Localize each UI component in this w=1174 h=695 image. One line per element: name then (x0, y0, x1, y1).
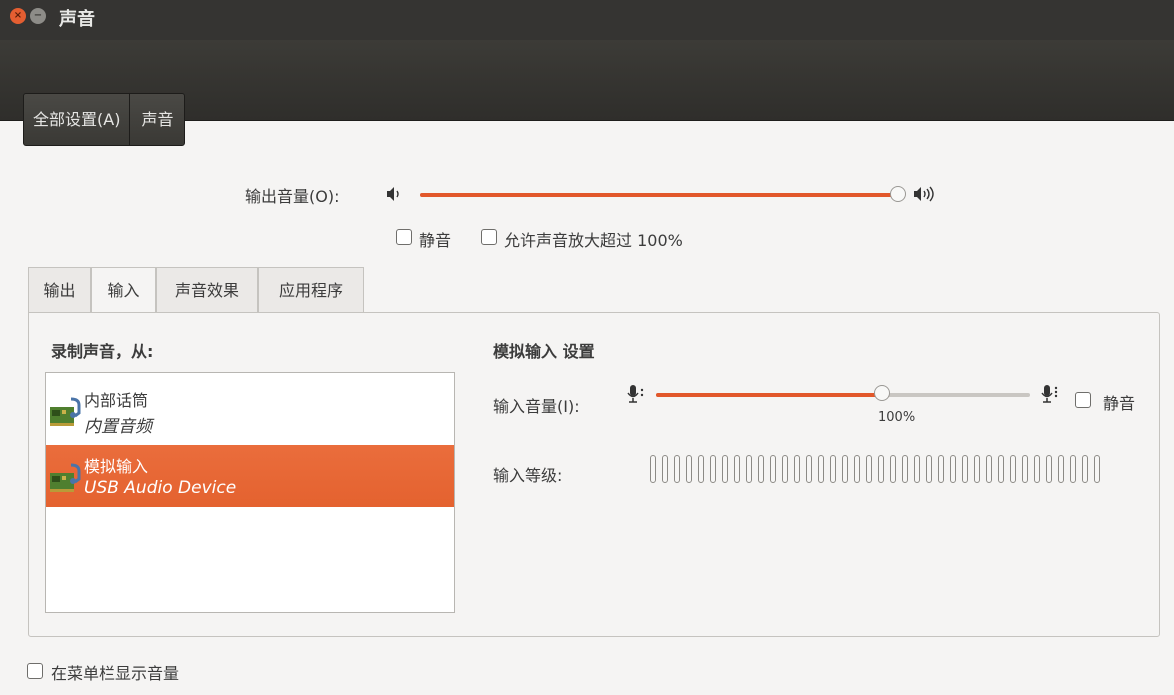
record-from-label: 录制声音，从: (51, 342, 154, 361)
microphone-low-icon (626, 384, 648, 408)
level-segment (890, 455, 896, 483)
input-level-meter (650, 455, 1106, 485)
level-segment (914, 455, 920, 483)
input-device-list: 内部话筒 内置音频 模拟输入 USB Audio Device (45, 372, 455, 613)
level-segment (686, 455, 692, 483)
level-segment (866, 455, 872, 483)
minimize-icon[interactable]: − (30, 8, 46, 24)
window-title: 声音 (59, 9, 95, 30)
level-segment (722, 455, 728, 483)
level-segment (878, 455, 884, 483)
level-segment (794, 455, 800, 483)
level-segment (842, 455, 848, 483)
level-segment (674, 455, 680, 483)
level-segment (1010, 455, 1016, 483)
level-segment (1070, 455, 1076, 483)
level-segment (1094, 455, 1100, 483)
sound-breadcrumb-button[interactable]: 声音 (130, 94, 184, 145)
overamplify-checkbox[interactable] (481, 229, 497, 245)
level-segment (818, 455, 824, 483)
level-segment (1058, 455, 1064, 483)
level-segment (974, 455, 980, 483)
tab-sound-effects[interactable]: 声音效果 (156, 267, 258, 312)
device-description: USB Audio Device (84, 478, 237, 498)
tab-input[interactable]: 输入 (91, 267, 156, 314)
input-volume-label: 输入音量(I): (493, 397, 580, 416)
device-description: 内置音频 (84, 417, 152, 437)
level-segment (806, 455, 812, 483)
device-name: 模拟输入 (84, 457, 149, 476)
overamplify-label: 允许声音放大超过 100% (504, 231, 683, 250)
level-segment (1034, 455, 1040, 483)
list-item[interactable]: 内部话筒 内置音频 (46, 379, 454, 441)
level-segment (782, 455, 788, 483)
level-segment (1046, 455, 1052, 483)
level-segment (902, 455, 908, 483)
input-level-label: 输入等级: (493, 466, 563, 485)
level-segment (698, 455, 704, 483)
input-mute-label: 静音 (1103, 394, 1136, 413)
sound-card-icon (48, 395, 82, 429)
speaker-low-icon (386, 186, 404, 206)
output-mute-checkbox[interactable] (396, 229, 412, 245)
show-in-menubar-checkbox[interactable] (27, 663, 43, 679)
input-mute-checkbox[interactable] (1075, 392, 1091, 408)
breadcrumb: 全部设置(A) 声音 (23, 93, 186, 146)
level-segment (1082, 455, 1088, 483)
output-volume-knob[interactable] (890, 186, 906, 202)
output-volume-label: 输出音量(O): (245, 187, 340, 206)
microphone-high-icon (1040, 384, 1062, 408)
speaker-high-icon (913, 186, 939, 206)
level-segment (710, 455, 716, 483)
close-icon[interactable]: × (10, 8, 26, 24)
device-name: 内部话筒 (84, 391, 149, 410)
title-bar: × − 声音 (0, 0, 1174, 40)
level-segment (926, 455, 932, 483)
list-item[interactable]: 模拟输入 USB Audio Device (46, 445, 454, 507)
level-segment (854, 455, 860, 483)
level-segment (650, 455, 656, 483)
show-in-menubar-label: 在菜单栏显示音量 (51, 664, 180, 683)
level-segment (662, 455, 668, 483)
level-segment (758, 455, 764, 483)
volume-100-mark: 100% (878, 410, 916, 425)
level-segment (770, 455, 776, 483)
output-mute-label: 静音 (419, 231, 452, 250)
level-segment (962, 455, 968, 483)
level-segment (734, 455, 740, 483)
level-segment (986, 455, 992, 483)
header-bar: 全部设置(A) 声音 (0, 40, 1174, 146)
tab-output[interactable]: 输出 (28, 267, 91, 312)
input-volume-knob[interactable] (874, 385, 890, 401)
level-segment (998, 455, 1004, 483)
level-segment (938, 455, 944, 483)
level-segment (1022, 455, 1028, 483)
level-segment (950, 455, 956, 483)
input-settings-heading: 模拟输入 设置 (493, 342, 595, 361)
sound-card-icon (48, 461, 82, 495)
all-settings-button[interactable]: 全部设置(A) (24, 94, 131, 145)
level-segment (830, 455, 836, 483)
level-segment (746, 455, 752, 483)
tab-applications[interactable]: 应用程序 (258, 267, 364, 312)
